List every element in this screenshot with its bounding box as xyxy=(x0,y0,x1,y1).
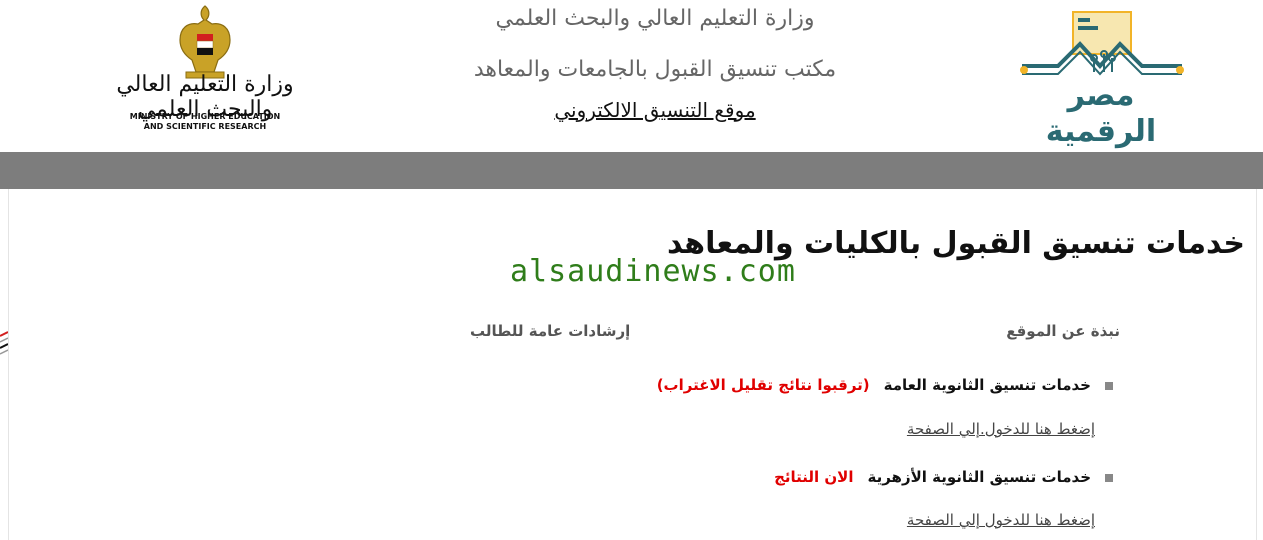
site-header: مصر الرقمية وزارة التعليم العالي والبحث … xyxy=(0,0,1263,152)
bullet-icon xyxy=(1105,381,1113,390)
service-item-azhar-secondary: خدمات تنسيق الثانوية الأزهرية الان النتائ… xyxy=(774,468,1113,486)
site-link[interactable]: موقع التنسيق الالكتروني xyxy=(400,90,910,130)
ministry-logo-english-line-1: MINISTRY OF HIGHER EDUCATION xyxy=(129,112,281,121)
nav-bar xyxy=(0,152,1263,189)
service-note: الان النتائج xyxy=(774,468,854,486)
service-label: خدمات تنسيق الثانوية الأزهرية xyxy=(867,468,1092,486)
student-guidance-link[interactable]: إرشادات عامة للطالب xyxy=(470,322,630,340)
service-item-general-secondary: خدمات تنسيق الثانوية العامة (ترقبوا نتائج… xyxy=(657,376,1113,394)
flag-stripe-icon xyxy=(0,331,8,355)
digital-egypt-logo-text: مصر الرقمية xyxy=(1045,78,1157,149)
header-titles: وزارة التعليم العالي والبحث العلمي مكتب … xyxy=(400,4,910,130)
service-note: (ترقبوا نتائج تقليل الاغتراب) xyxy=(656,376,870,394)
ministry-logo-english-line-2: AND SCIENTIFIC RESEARCH xyxy=(143,122,267,131)
service-link-general-secondary[interactable]: إضغط هنا للدخول.إلي الصفحة xyxy=(907,420,1095,438)
office-title: مكتب تنسيق القبول بالجامعات والمعاهد xyxy=(473,57,837,82)
ministry-logo-english: MINISTRY OF HIGHER EDUCATION AND SCIENTI… xyxy=(110,112,300,132)
service-link-azhar-secondary[interactable]: إضغط هنا للدخول إلي الصفحة xyxy=(907,511,1095,529)
ministry-title: وزارة التعليم العالي والبحث العلمي xyxy=(495,6,815,31)
about-site-link[interactable]: نبذة عن الموقع xyxy=(1006,322,1120,340)
service-label: خدمات تنسيق الثانوية العامة xyxy=(883,376,1091,394)
watermark: alsaudinews.com xyxy=(510,254,796,289)
eagle-emblem-icon xyxy=(179,5,231,79)
bullet-icon xyxy=(1105,473,1113,482)
digital-egypt-logo[interactable]: مصر الرقمية xyxy=(1018,8,1188,149)
